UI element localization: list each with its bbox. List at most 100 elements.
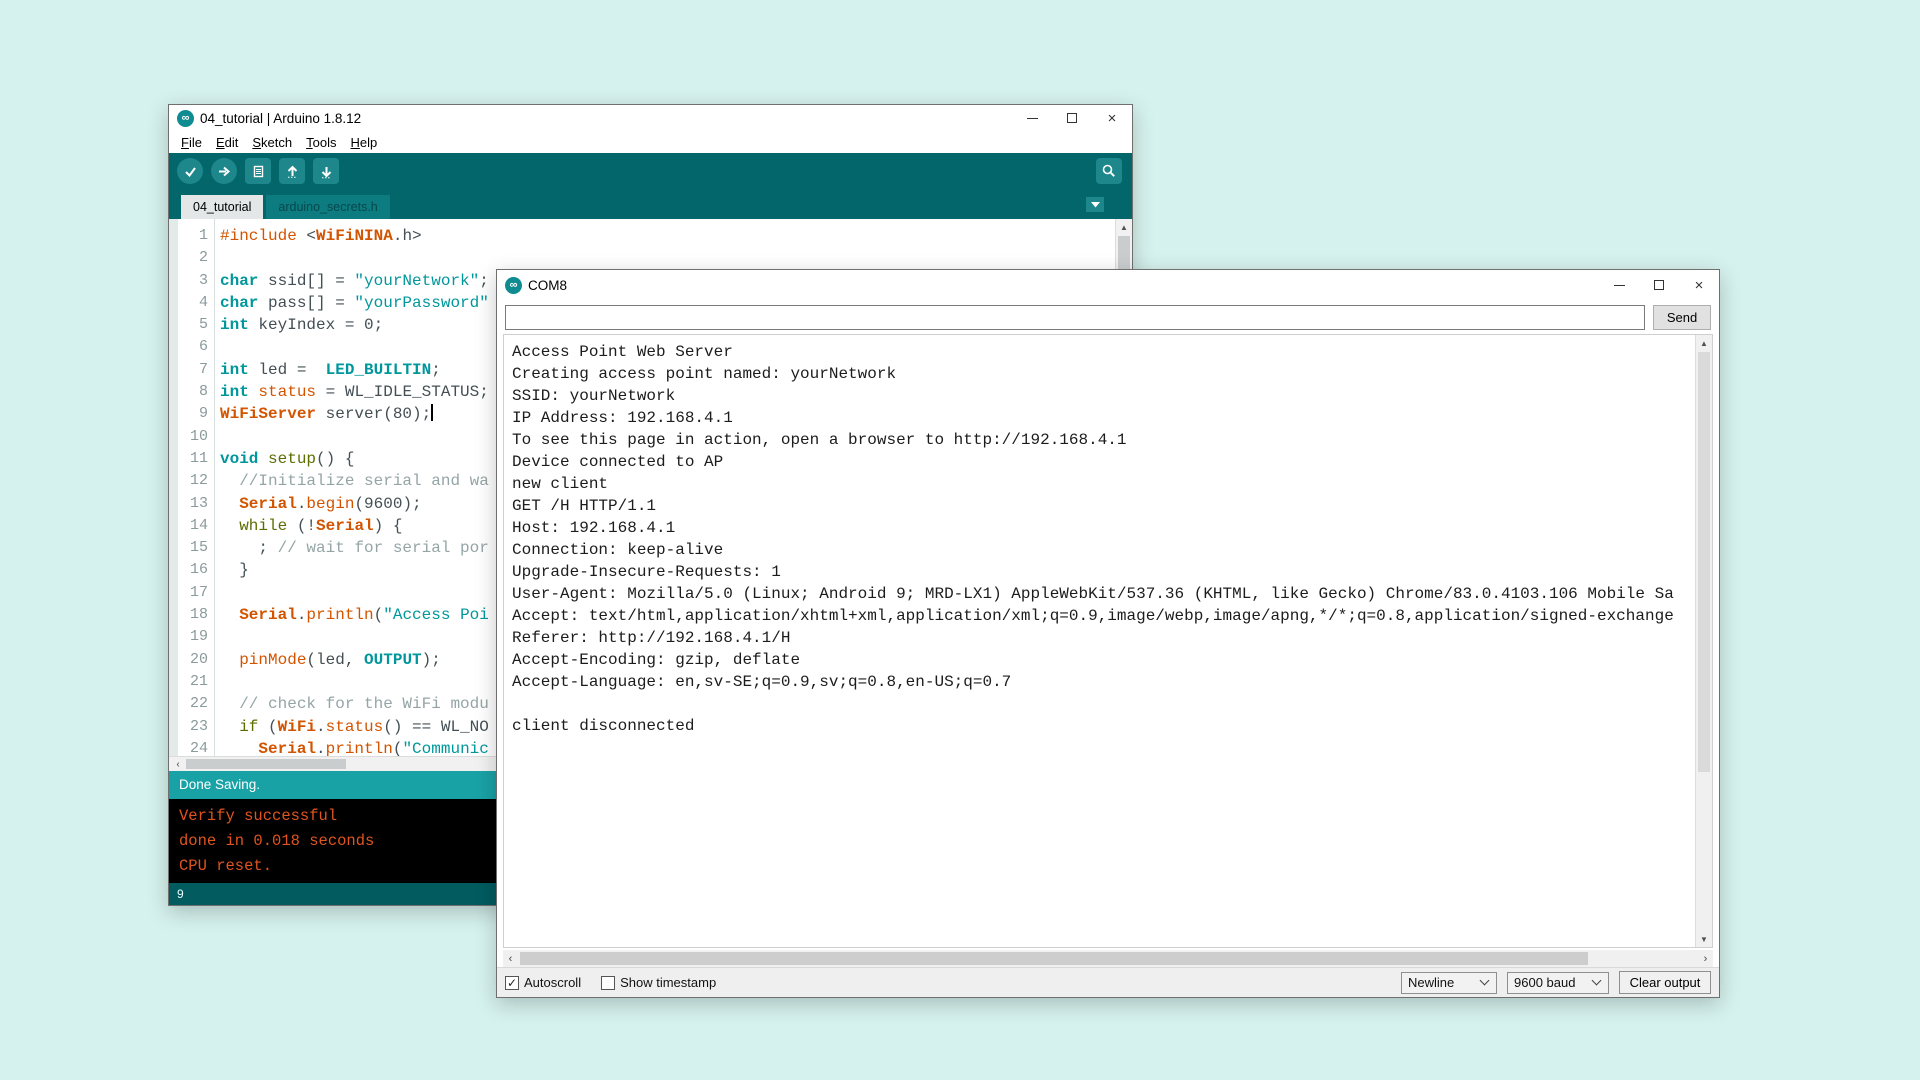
line-number: 15 [169, 537, 208, 559]
autoscroll-checkbox[interactable]: ✓ [505, 976, 519, 990]
serial-output-line: Upgrade-Insecure-Requests: 1 [512, 561, 1694, 583]
line-number: 16 [169, 559, 208, 581]
serial-vertical-scrollbar[interactable]: ▲ ▼ [1695, 335, 1712, 947]
line-number: 1 [169, 225, 208, 247]
send-button[interactable]: Send [1653, 305, 1711, 330]
ide-close-button[interactable]: × [1092, 105, 1132, 131]
serial-output-area[interactable]: Access Point Web ServerCreating access p… [503, 334, 1713, 948]
open-sketch-button[interactable] [279, 158, 305, 184]
scroll-up-icon[interactable]: ▲ [1696, 335, 1712, 351]
serial-output-line: IP Address: 192.168.4.1 [512, 407, 1694, 429]
menu-sketch[interactable]: Sketch [245, 135, 299, 150]
chevron-down-icon [1091, 201, 1100, 208]
autoscroll-label: Autoscroll [524, 975, 581, 990]
serial-output-line: Access Point Web Server [512, 341, 1694, 363]
timestamp-label: Show timestamp [620, 975, 716, 990]
line-number: 3 [169, 270, 208, 292]
serial-output-line: Accept-Language: en,sv-SE;q=0.9,sv;q=0.8… [512, 671, 1694, 693]
serial-output-line: Creating access point named: yourNetwork [512, 363, 1694, 385]
scroll-right-icon[interactable]: › [1698, 950, 1713, 967]
chevron-down-icon [1480, 976, 1490, 986]
serial-bottom-bar: ✓ Autoscroll ✓ Show timestamp Newline 96… [497, 967, 1719, 997]
autoscroll-option[interactable]: ✓ Autoscroll [505, 975, 581, 990]
line-number: 5 [169, 314, 208, 336]
ide-window-title: 04_tutorial | Arduino 1.8.12 [200, 111, 361, 126]
cursor-line-indicator: 9 [177, 887, 184, 901]
line-ending-select[interactable]: Newline [1401, 972, 1497, 994]
ide-minimize-button[interactable] [1012, 105, 1052, 131]
serial-monitor-button[interactable] [1096, 158, 1122, 184]
line-number: 14 [169, 515, 208, 537]
timestamp-checkbox[interactable]: ✓ [601, 976, 615, 990]
line-number: 17 [169, 582, 208, 604]
serial-output-line: Device connected to AP [512, 451, 1694, 473]
tab-arduino-secrets[interactable]: arduino_secrets.h [266, 195, 389, 219]
scroll-down-icon[interactable]: ▼ [1696, 931, 1712, 947]
line-number: 11 [169, 448, 208, 470]
menu-file[interactable]: File [174, 135, 209, 150]
serial-horizontal-scrollbar[interactable]: ‹ › [503, 950, 1713, 967]
line-number: 2 [169, 247, 208, 269]
serial-output-line: Connection: keep-alive [512, 539, 1694, 561]
serial-output-line: Referer: http://192.168.4.1/H [512, 627, 1694, 649]
tab-list-button[interactable] [1086, 197, 1104, 212]
line-number: 13 [169, 493, 208, 515]
serial-output-line: SSID: yourNetwork [512, 385, 1694, 407]
down-arrow-icon [319, 164, 334, 179]
line-number: 19 [169, 626, 208, 648]
serial-send-input[interactable] [505, 305, 1645, 330]
line-number: 4 [169, 292, 208, 314]
serial-input-row: Send [497, 300, 1719, 334]
serial-close-button[interactable]: × [1679, 270, 1719, 300]
checkmark-icon: ✓ [507, 977, 517, 989]
line-number: 23 [169, 716, 208, 738]
menu-tools[interactable]: Tools [299, 135, 343, 150]
code-line: #include <WiFiNINA.h> [220, 225, 1115, 247]
line-number: 9 [169, 403, 208, 425]
scroll-left-icon[interactable]: ‹ [171, 757, 185, 771]
serial-output-line: To see this page in action, open a brows… [512, 429, 1694, 451]
baud-rate-select[interactable]: 9600 baud [1507, 972, 1609, 994]
right-arrow-icon [217, 164, 232, 179]
new-sketch-button[interactable] [245, 158, 271, 184]
status-message: Done Saving. [179, 777, 260, 792]
serial-titlebar[interactable]: ∞ COM8 × [497, 270, 1719, 300]
minimize-icon [1614, 285, 1625, 286]
line-number: 6 [169, 336, 208, 358]
serial-window-title: COM8 [528, 278, 567, 293]
close-icon: × [1695, 278, 1704, 293]
tab-04-tutorial[interactable]: 04_tutorial [181, 195, 263, 219]
upload-button[interactable] [211, 158, 237, 184]
ide-tabbar: 04_tutorial arduino_secrets.h [169, 189, 1132, 219]
line-number: 10 [169, 426, 208, 448]
line-number: 7 [169, 359, 208, 381]
ide-maximize-button[interactable] [1052, 105, 1092, 131]
scroll-left-icon[interactable]: ‹ [503, 950, 518, 967]
line-number: 12 [169, 470, 208, 492]
maximize-icon [1654, 280, 1664, 290]
line-number: 18 [169, 604, 208, 626]
line-number: 8 [169, 381, 208, 403]
timestamp-option[interactable]: ✓ Show timestamp [601, 975, 716, 990]
verify-button[interactable] [177, 158, 203, 184]
ide-titlebar[interactable]: ∞ 04_tutorial | Arduino 1.8.12 × [169, 105, 1132, 131]
serial-minimize-button[interactable] [1599, 270, 1639, 300]
arduino-logo-icon: ∞ [177, 110, 194, 127]
serial-hscroll-thumb[interactable] [520, 952, 1588, 965]
up-arrow-icon [285, 164, 300, 179]
maximize-icon [1067, 113, 1077, 123]
menu-edit[interactable]: Edit [209, 135, 245, 150]
editor-hscroll-thumb[interactable] [186, 759, 346, 769]
check-icon [183, 164, 198, 179]
serial-monitor-window: ∞ COM8 × Send Access Point Web ServerCre… [496, 269, 1720, 998]
arduino-logo-icon: ∞ [505, 277, 522, 294]
scroll-up-icon[interactable]: ▲ [1116, 219, 1132, 235]
serial-output-line: Host: 192.168.4.1 [512, 517, 1694, 539]
menu-help[interactable]: Help [343, 135, 384, 150]
serial-output-line: client disconnected [512, 715, 1694, 737]
line-number: 21 [169, 671, 208, 693]
serial-maximize-button[interactable] [1639, 270, 1679, 300]
save-sketch-button[interactable] [313, 158, 339, 184]
clear-output-button[interactable]: Clear output [1619, 971, 1711, 994]
serial-vscroll-thumb[interactable] [1698, 352, 1710, 772]
